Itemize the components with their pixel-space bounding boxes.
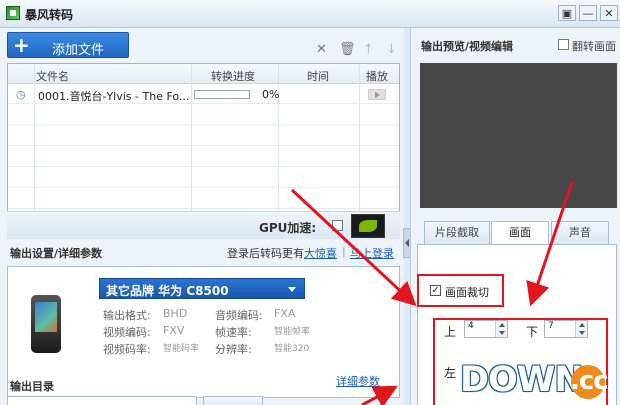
detail-params-link[interactable]: 详细参数 — [336, 373, 380, 389]
param-label: 输出格式: — [103, 309, 151, 322]
preview-title: 输出预览/视频编辑 — [421, 40, 514, 53]
clock-icon: ◷ — [16, 88, 26, 101]
arrow-up-icon[interactable]: ↑ — [363, 43, 374, 56]
watermark-suffix: .cc — [570, 366, 609, 396]
top-crop-value: 4 — [468, 321, 474, 331]
gpu-bar: GPU加速: — [7, 211, 400, 239]
add-file-button[interactable]: + 添加文件 — [7, 32, 129, 58]
param-label: 视频编码: — [103, 326, 151, 339]
watermark-text: DOWN — [460, 360, 584, 400]
bottom-crop-value: 7 — [548, 321, 554, 331]
chevron-down-icon — [288, 287, 296, 292]
left-panel: + 添加文件 ✕ 🗑 ↑ ↓ 文件名 转换进度 时间 播放 ◷ 0001.音悦台… — [0, 28, 404, 405]
window-title: 暴风转码 — [25, 8, 74, 22]
top-label: 上 — [444, 325, 457, 339]
file-name: 0001.音悦台-Ylvis - The Fo... — [38, 90, 190, 103]
minimize-button[interactable]: — — [579, 5, 597, 21]
crop-checkbox[interactable]: ✓ — [430, 285, 441, 296]
link-separator: | — [342, 245, 346, 258]
app-logo-icon — [6, 6, 20, 20]
surprise-link[interactable]: 大惊喜 — [304, 247, 337, 260]
arrow-down-icon[interactable]: ↓ — [386, 43, 397, 56]
param-value: 智能320 — [274, 344, 310, 354]
param-label: 帧速率: — [215, 326, 252, 339]
header-time: 时间 — [307, 70, 329, 83]
header-filename: 文件名 — [36, 70, 69, 83]
bottom-crop-stepper[interactable]: 7 — [544, 320, 588, 338]
table-row — [8, 105, 399, 125]
nvidia-logo-icon — [351, 214, 385, 238]
video-preview — [420, 63, 617, 208]
param-value: 智能码率 — [163, 344, 200, 354]
table-row[interactable]: ◷ 0001.音悦台-Ylvis - The Fo... 0% — [8, 84, 399, 104]
login-prompt: 登录后转码更有大惊喜 — [227, 245, 337, 261]
param-label: 视频码率: — [103, 343, 151, 356]
top-crop-stepper[interactable]: 4 — [464, 320, 508, 338]
param-label: 音频编码: — [215, 309, 263, 322]
param-value: BHD — [163, 307, 188, 320]
close-icon[interactable]: ✕ — [316, 43, 327, 56]
bottom-label: 下 — [526, 325, 539, 339]
param-value: FXA — [274, 307, 296, 320]
add-file-label: 添加文件 — [52, 43, 105, 58]
param-value: FXV — [163, 324, 185, 337]
crop-label: 画面裁切 — [445, 286, 489, 299]
login-link[interactable]: 马上登录 — [350, 245, 394, 261]
device-select[interactable]: 其它品牌 华为 C8500 — [99, 278, 305, 299]
tab-clip[interactable]: 片段截取 — [424, 221, 490, 245]
table-row — [8, 147, 399, 167]
output-dir-field[interactable] — [7, 396, 197, 405]
table-row — [8, 168, 399, 188]
trash-icon[interactable]: 🗑 — [339, 43, 356, 56]
progress-bar — [194, 90, 250, 99]
restore-button[interactable]: ▣ — [558, 5, 576, 21]
table-row — [8, 189, 399, 209]
param-value: 智能帧率 — [274, 327, 311, 337]
output-settings-title: 输出设置/详细参数 — [10, 247, 103, 260]
phone-image — [31, 295, 61, 353]
title-bar: 暴风转码 ▣ — ✕ — [0, 0, 620, 28]
device-panel: 其它品牌 华为 C8500 输出格式: BHD 音频编码: FXA 视频编码: … — [7, 266, 400, 398]
progress-text: 0% — [262, 88, 280, 101]
flip-checkbox[interactable] — [558, 39, 569, 50]
watermark-logo: DOWN .cc — [458, 360, 616, 402]
gpu-label: GPU加速: — [259, 221, 317, 235]
left-label: 左 — [444, 366, 457, 380]
close-button[interactable]: ✕ — [600, 5, 618, 21]
login-prompt-text: 登录后转码更有 — [227, 247, 304, 260]
table-row — [8, 126, 399, 146]
gpu-checkbox[interactable] — [332, 220, 343, 231]
output-dir-title: 输出目录 — [10, 380, 54, 393]
table-header: 文件名 转换进度 时间 播放 — [8, 64, 399, 84]
flip-label: 翻转画面 — [572, 40, 616, 53]
plus-icon: + — [13, 33, 30, 57]
header-play: 播放 — [366, 70, 388, 83]
device-select-label: 其它品牌 华为 C8500 — [106, 284, 229, 298]
play-icon[interactable] — [368, 89, 386, 100]
browse-button[interactable] — [203, 396, 263, 405]
param-label: 分辨率: — [215, 343, 252, 356]
tab-audio[interactable]: 声音 — [551, 221, 609, 245]
header-progress: 转换进度 — [211, 70, 255, 83]
tab-picture[interactable]: 画面 — [491, 221, 549, 245]
